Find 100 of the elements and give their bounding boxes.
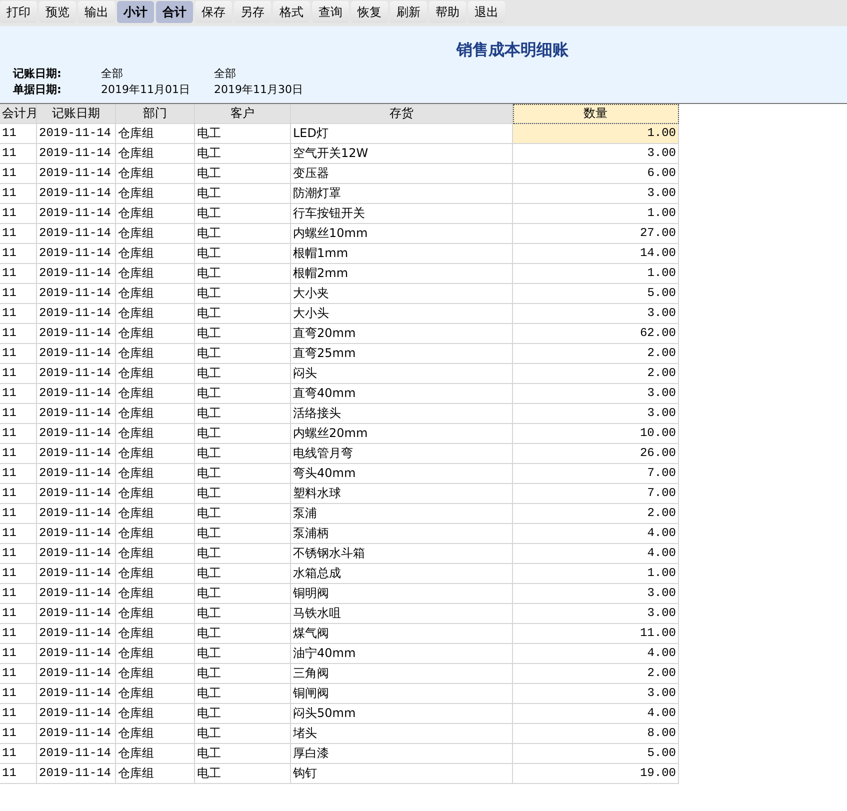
column-header[interactable]: 客户 [195,104,291,124]
column-header[interactable]: 会计月 [0,104,37,124]
table-cell: 仓库组 [116,124,195,144]
table-cell: 11 [0,144,37,164]
table-cell: 仓库组 [116,724,195,744]
table-cell: 26.00 [513,444,679,464]
table-cell: 电工 [195,164,291,184]
table-cell: 马铁水咀 [291,604,513,624]
table-cell: 电工 [195,604,291,624]
table-cell: 电工 [195,644,291,664]
table-cell: 11 [0,424,37,444]
toolbar-button[interactable]: 合计 [156,1,193,23]
table-cell: 3.00 [513,604,679,624]
table-cell: 仓库组 [116,184,195,204]
table-cell: 电工 [195,744,291,764]
table-cell: 电工 [195,584,291,604]
filter-label: 记账日期: [13,66,62,81]
table-cell: 电工 [195,264,291,284]
column-header[interactable]: 存货 [291,104,513,124]
table-cell: 仓库组 [116,744,195,764]
table-cell: 电工 [195,524,291,544]
column-header[interactable]: 记账日期 [37,104,116,124]
table-cell: 5.00 [513,284,679,304]
table-cell: 仓库组 [116,584,195,604]
table-cell: 2019-11-14 [37,604,116,624]
table-cell: 3.00 [513,584,679,604]
table-cell: 2019-11-14 [37,544,116,564]
table-cell: 2019-11-14 [37,144,116,164]
table-cell: 电工 [195,324,291,344]
toolbar-button[interactable]: 退出 [468,1,505,23]
column-header[interactable]: 部门 [116,104,195,124]
table-cell: 大小头 [291,304,513,324]
table-cell: 仓库组 [116,284,195,304]
table-cell: 11 [0,224,37,244]
table-cell: 11 [0,564,37,584]
table-cell: 11 [0,344,37,364]
table-cell: 闷头50mm [291,704,513,724]
table-cell: 11 [0,684,37,704]
table-cell: 2019-11-14 [37,404,116,424]
toolbar-button[interactable]: 预览 [39,1,76,23]
table-cell: 11 [0,404,37,424]
table-cell: 19.00 [513,764,679,784]
toolbar-button[interactable]: 保存 [195,1,232,23]
table-cell: 11 [0,524,37,544]
table-cell: 2019-11-14 [37,744,116,764]
toolbar-button[interactable]: 输出 [78,1,115,23]
table-cell: 电工 [195,544,291,564]
table-cell: 11 [0,264,37,284]
table-cell: 油宁40mm [291,644,513,664]
toolbar-button[interactable]: 帮助 [429,1,466,23]
table-cell: 仓库组 [116,224,195,244]
table-cell: 电工 [195,704,291,724]
column-header[interactable]: 数量 [513,104,679,124]
table-cell: 仓库组 [116,644,195,664]
toolbar-button[interactable]: 小计 [117,1,154,23]
table-cell: 仓库组 [116,364,195,384]
table-cell: 闷头 [291,364,513,384]
toolbar-button[interactable]: 恢复 [351,1,388,23]
table-cell: 2019-11-14 [37,384,116,404]
table-cell: LED灯 [291,124,513,144]
table-cell: 2.00 [513,364,679,384]
table-cell: 3.00 [513,404,679,424]
filter-value: 2019年11月30日 [214,82,304,97]
table-cell: 11 [0,484,37,504]
toolbar-button[interactable]: 查询 [312,1,349,23]
table-cell: 仓库组 [116,144,195,164]
table-cell: 4.00 [513,704,679,724]
toolbar-button[interactable]: 另存 [234,1,271,23]
table-cell: 电工 [195,204,291,224]
table-cell: 水箱总成 [291,564,513,584]
table-cell: 4.00 [513,644,679,664]
table-cell: 11 [0,184,37,204]
table-cell: 仓库组 [116,164,195,184]
table-cell: 11 [0,244,37,264]
toolbar-button[interactable]: 打印 [0,1,37,23]
toolbar-button[interactable]: 刷新 [390,1,427,23]
toolbar-button[interactable]: 格式 [273,1,310,23]
table-cell: 4.00 [513,524,679,544]
table-cell: 11 [0,704,37,724]
table-cell: 仓库组 [116,764,195,784]
table-cell: 1.00 [513,204,679,224]
table-cell: 三角阀 [291,664,513,684]
table-cell: 11 [0,584,37,604]
table-cell: 1.00 [513,124,679,144]
table-cell: 仓库组 [116,264,195,284]
table-cell: 直弯40mm [291,384,513,404]
table-cell: 塑料水球 [291,484,513,504]
table-cell: 2019-11-14 [37,304,116,324]
table-cell: 电工 [195,664,291,684]
table-cell: 14.00 [513,244,679,264]
table-cell: 2019-11-14 [37,624,116,644]
table-cell: 2019-11-14 [37,284,116,304]
table-cell: 电工 [195,384,291,404]
table-cell: 2019-11-14 [37,364,116,384]
table-cell: 电工 [195,484,291,504]
table-cell: 11 [0,604,37,624]
table-cell: 电工 [195,244,291,264]
table-cell: 8.00 [513,724,679,744]
table-cell: 不锈钢水斗箱 [291,544,513,564]
table-cell: 仓库组 [116,704,195,724]
